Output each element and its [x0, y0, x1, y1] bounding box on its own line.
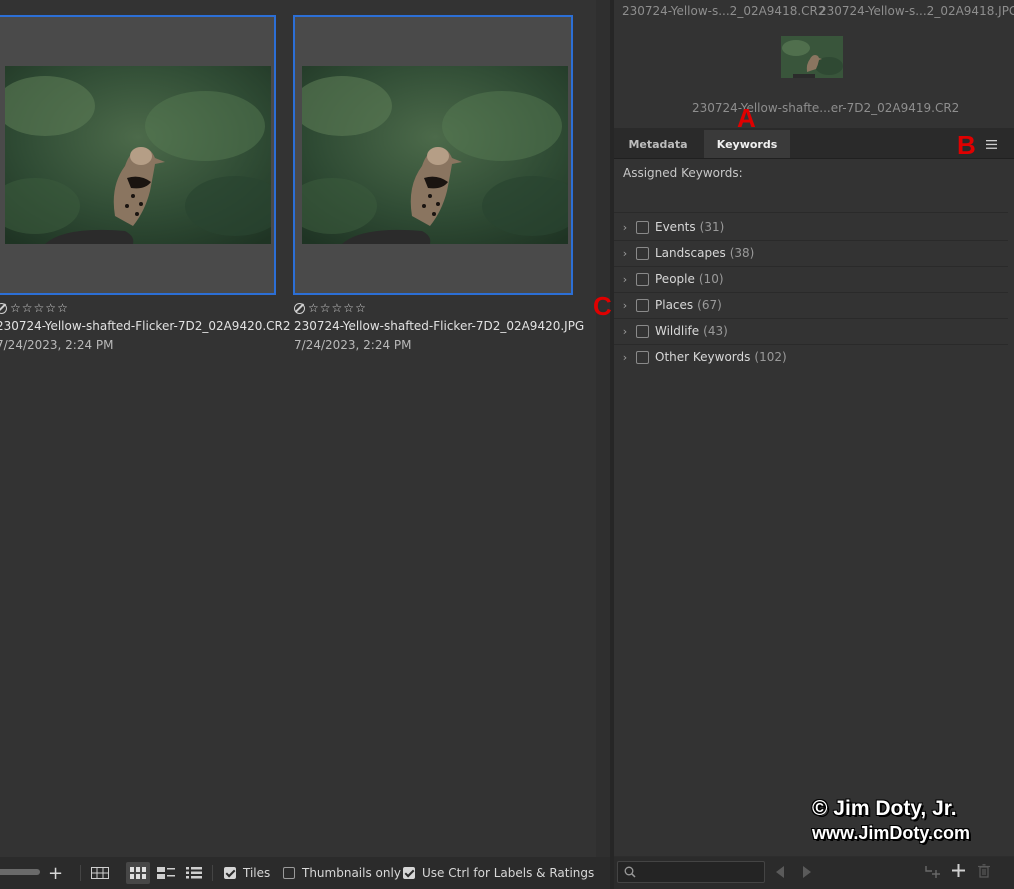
keyword-category-row[interactable]: › Other Keywords (102)	[614, 344, 1008, 370]
chevron-right-icon[interactable]: ›	[618, 299, 632, 312]
tile-date: 7/24/2023, 2:24 PM	[294, 338, 412, 352]
reject-icon[interactable]	[294, 302, 305, 314]
tiles-toggle[interactable]: Tiles	[224, 857, 270, 889]
add-icon[interactable]: +	[48, 857, 63, 889]
annotation-c: C	[593, 291, 612, 321]
tiles-label: Tiles	[243, 866, 271, 880]
divider	[212, 865, 213, 881]
chevron-right-icon[interactable]: ›	[618, 247, 632, 260]
star-icon[interactable]: ☆	[10, 302, 21, 314]
keyword-count: (43)	[703, 324, 728, 338]
star-icon[interactable]: ☆	[22, 302, 33, 314]
bird-photo	[302, 66, 568, 244]
tile-meta: ☆ ☆ ☆ ☆ ☆ 230724-Yellow-shafted-Flicker-…	[294, 300, 584, 352]
keyword-count: (102)	[754, 350, 787, 364]
star-icon[interactable]: ☆	[320, 302, 331, 314]
keyword-name: Events	[655, 220, 696, 234]
tab-metadata[interactable]: Metadata	[614, 130, 702, 158]
keyword-name: Wildlife	[655, 324, 700, 338]
star-icon[interactable]: ☆	[332, 302, 343, 314]
copyright-watermark: © Jim Doty, Jr.	[812, 797, 957, 820]
star-icon[interactable]: ☆	[45, 302, 56, 314]
keyword-checkbox[interactable]	[636, 220, 649, 234]
tab-keywords[interactable]: Keywords	[704, 130, 790, 158]
new-keyword-icon[interactable]	[952, 864, 965, 880]
preview-current-filename: 230724-Yellow-shafte...er-7D2_02A9419.CR…	[692, 101, 960, 115]
new-sub-keyword-icon[interactable]	[925, 865, 941, 882]
content-grid: ☆ ☆ ☆ ☆ ☆ 230724-Yellow-shafted-Flicker-…	[0, 0, 596, 857]
assigned-keywords-label: Assigned Keywords:	[623, 166, 743, 180]
keyword-checkbox[interactable]	[636, 272, 649, 286]
keyword-category-row[interactable]: › People (10)	[614, 266, 1008, 293]
list-view-icon[interactable]	[182, 862, 206, 884]
panel-menu-icon[interactable]	[986, 138, 997, 149]
star-icon[interactable]: ☆	[308, 302, 319, 314]
divider	[614, 212, 1008, 213]
keyword-name: Other Keywords	[655, 350, 751, 364]
ctrl-labels-label: Use Ctrl for Labels & Ratings	[422, 866, 595, 880]
chevron-right-icon[interactable]: ›	[618, 325, 632, 338]
keyword-category-row[interactable]: › Wildlife (43)	[614, 318, 1008, 345]
keywords-panel: Assigned Keywords: › Events (31) › Lands…	[614, 159, 1014, 856]
keyword-count: (31)	[699, 220, 725, 234]
keyword-name: Places	[655, 298, 694, 312]
ctrl-labels-checkbox[interactable]	[403, 867, 415, 879]
keyword-count: (10)	[698, 272, 724, 286]
tiles-checkbox[interactable]	[224, 867, 236, 879]
keyword-checkbox[interactable]	[636, 350, 649, 364]
keyword-name: Landscapes	[655, 246, 726, 260]
content-scrollbar[interactable]	[596, 0, 610, 857]
chevron-right-icon[interactable]: ›	[618, 273, 632, 286]
tile-date: 7/24/2023, 2:24 PM	[0, 338, 114, 352]
chevron-right-icon[interactable]: ›	[618, 221, 632, 234]
divider	[80, 865, 81, 881]
keyword-count: (67)	[697, 298, 722, 312]
star-icon[interactable]: ☆	[34, 302, 45, 314]
star-icon[interactable]: ☆	[343, 302, 354, 314]
keyword-search-input[interactable]	[617, 861, 765, 883]
preview-panel: 230724-Yellow-s...2_02A9418.CR2 230724-Y…	[614, 0, 1014, 128]
chevron-right-icon[interactable]: ›	[618, 351, 632, 364]
preview-thumbnail[interactable]	[781, 36, 843, 78]
thumbnails-only-toggle[interactable]: Thumbnails only	[283, 857, 401, 889]
website-watermark: www.JimDoty.com	[812, 823, 971, 843]
grid-view-icon[interactable]	[126, 862, 150, 884]
preview-next-filename[interactable]: 230724-Yellow-s...2_02A9418.JPG	[819, 4, 1014, 18]
keyword-category-row[interactable]: › Landscapes (38)	[614, 240, 1008, 267]
keyword-category-row[interactable]: › Events (31)	[614, 214, 1008, 241]
keywords-bottom-bar	[614, 857, 1014, 889]
thumbnails-only-label: Thumbnails only	[302, 866, 401, 880]
details-view-icon[interactable]	[154, 862, 178, 884]
rating-row[interactable]: ☆ ☆ ☆ ☆ ☆	[0, 300, 291, 316]
keyword-name: People	[655, 272, 695, 286]
star-icon[interactable]: ☆	[355, 302, 366, 314]
star-icon[interactable]: ☆	[57, 302, 68, 314]
arrow-right-icon[interactable]	[802, 866, 811, 881]
keyword-category-row[interactable]: › Places (67)	[614, 292, 1008, 319]
tile-meta: ☆ ☆ ☆ ☆ ☆ 230724-Yellow-shafted-Flicker-…	[0, 300, 291, 352]
ctrl-labels-toggle[interactable]: Use Ctrl for Labels & Ratings	[403, 857, 594, 889]
preview-prev-filename[interactable]: 230724-Yellow-s...2_02A9418.CR2	[622, 4, 826, 18]
bird-photo	[5, 66, 271, 244]
tile-filename: 230724-Yellow-shafted-Flicker-7D2_02A942…	[0, 319, 291, 333]
keyword-checkbox[interactable]	[636, 298, 649, 312]
trash-icon[interactable]	[978, 864, 990, 881]
keyword-checkbox[interactable]	[636, 324, 649, 338]
annotation-a: A	[737, 103, 756, 133]
lock-grid-icon[interactable]	[88, 862, 112, 884]
search-icon	[624, 866, 636, 878]
reject-icon[interactable]	[0, 302, 7, 314]
thumbnail-size-slider[interactable]	[0, 869, 40, 875]
keyword-count: (38)	[729, 246, 755, 260]
tile-filename: 230724-Yellow-shafted-Flicker-7D2_02A942…	[294, 319, 585, 333]
arrow-left-icon[interactable]	[776, 866, 785, 881]
keyword-checkbox[interactable]	[636, 246, 649, 260]
annotation-b: B	[957, 130, 976, 160]
thumbnail-tile[interactable]	[0, 15, 276, 295]
thumbnail-tile[interactable]	[293, 15, 573, 295]
rating-row[interactable]: ☆ ☆ ☆ ☆ ☆	[294, 300, 584, 316]
panel-tabs: Metadata Keywords	[614, 128, 1014, 159]
thumbnails-only-checkbox[interactable]	[283, 867, 295, 879]
